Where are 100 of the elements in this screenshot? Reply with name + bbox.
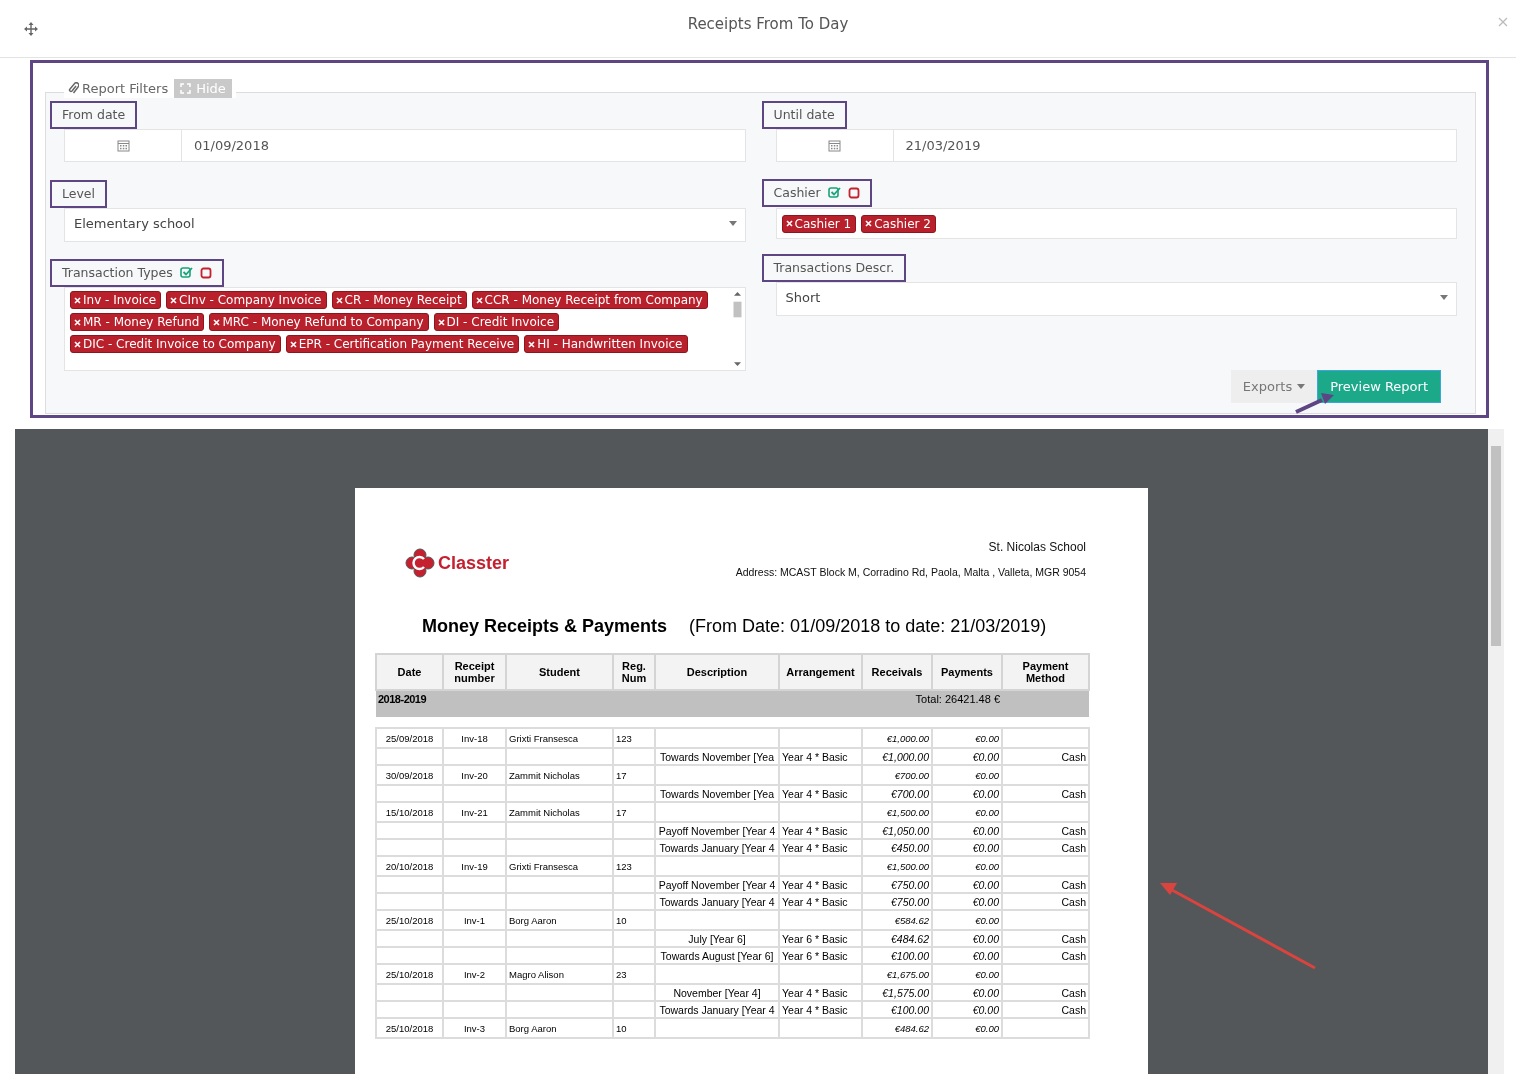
description-select[interactable]: Short xyxy=(775,282,1457,316)
filter-tag[interactable]: MR - Money Refund xyxy=(70,313,205,331)
filter-tag[interactable]: Cashier 2 xyxy=(861,214,936,233)
filter-tag[interactable]: MRC - Money Refund to Company xyxy=(209,313,429,331)
expand-icon xyxy=(180,83,192,94)
label-text: Transaction Types xyxy=(62,265,173,280)
table-cell: 25/10/2018 xyxy=(376,964,443,984)
table-cell: Towards January [Year 4 xyxy=(655,839,779,856)
column-header: Receivals xyxy=(862,654,932,690)
filter-tag[interactable]: EPR - Certification Payment Receive xyxy=(285,335,520,353)
table-cell: €1,050.00 xyxy=(862,822,932,839)
remove-icon[interactable] xyxy=(528,340,536,348)
group-label: 2018-2019 xyxy=(376,690,655,717)
scrollbar[interactable] xyxy=(1488,429,1504,1074)
table-cell: Cash xyxy=(1002,947,1089,964)
school-address: Address: MCAST Block M, Corradino Rd, Paola, Malta , Valleta, MGR 9054 xyxy=(735,566,1086,578)
field-label: Until date xyxy=(761,101,847,129)
table-cell: Cash xyxy=(1002,930,1089,947)
legend-title: Report Filters xyxy=(68,81,169,96)
remove-icon[interactable] xyxy=(74,340,81,348)
table-cell: Year 4 * Basic xyxy=(779,748,862,765)
move-icon[interactable] xyxy=(24,21,38,36)
table-cell: Magro Alison xyxy=(506,964,613,984)
table-cell: 123 xyxy=(613,856,655,876)
filter-tag[interactable]: CCR - Money Receipt from Company xyxy=(471,291,708,309)
check-square-icon[interactable] xyxy=(179,266,193,279)
column-header: Reg. Num xyxy=(613,654,655,690)
column-header: Student xyxy=(506,654,613,690)
table-cell: Cash xyxy=(1002,1001,1089,1018)
column-header: Payments xyxy=(932,654,1002,690)
square-icon[interactable] xyxy=(199,266,212,279)
table-cell: €100.00 xyxy=(862,1001,932,1018)
table-cell: 123 xyxy=(613,728,655,748)
filter-tag[interactable]: DI - Credit Invoice xyxy=(433,313,560,331)
table-cell: €1,000.00 xyxy=(862,728,932,748)
table-cell: Cash xyxy=(1002,822,1089,839)
square-icon[interactable] xyxy=(847,186,860,199)
table-cell: Inv-18 xyxy=(443,728,506,748)
column-header: Arrangement xyxy=(779,654,862,690)
level-select[interactable]: Elementary school xyxy=(64,208,746,242)
scrollbar[interactable] xyxy=(731,290,743,368)
table-cell: 25/10/2018 xyxy=(376,910,443,930)
filter-tag[interactable]: CR - Money Receipt xyxy=(331,291,467,309)
table-cell: Payoff November [Year 4 xyxy=(655,876,779,893)
filter-tag[interactable]: CInv - Company Invoice xyxy=(166,291,327,309)
date-field[interactable]: 01/09/2018 xyxy=(64,129,746,162)
remove-icon[interactable] xyxy=(213,318,221,326)
paperclip-icon xyxy=(68,82,79,95)
exports-button[interactable]: Exports xyxy=(1230,370,1318,403)
remove-icon[interactable] xyxy=(170,296,178,304)
remove-icon[interactable] xyxy=(785,220,793,227)
table-cell: Year 4 * Basic xyxy=(779,839,862,856)
table-cell: €484.62 xyxy=(862,1018,932,1038)
logo-text: Classter xyxy=(438,552,510,574)
column-header: Description xyxy=(655,654,779,690)
table-cell: Inv-2 xyxy=(443,964,506,984)
tag-field[interactable]: Cashier 1 Cashier 2 xyxy=(775,208,1457,239)
table-cell: 15/10/2018 xyxy=(376,802,443,822)
field-label: From date xyxy=(50,101,138,129)
table-cell: 23 xyxy=(613,964,655,984)
date-field[interactable]: 21/03/2019 xyxy=(775,129,1457,162)
table-cell: Cash xyxy=(1002,893,1089,910)
column-header: Receipt number xyxy=(443,654,506,690)
table-cell: €0.00 xyxy=(932,1001,1002,1018)
check-square-icon[interactable] xyxy=(827,186,841,199)
filter-tag[interactable]: DIC - Credit Invoice to Company xyxy=(70,335,281,353)
table-cell: Zammit Nicholas xyxy=(506,802,613,822)
remove-icon[interactable] xyxy=(865,220,873,227)
remove-icon[interactable] xyxy=(74,318,81,326)
table-cell: Towards January [Year 4 xyxy=(655,1001,779,1018)
report-title: Money Receipts & Payments xyxy=(422,616,668,637)
table-cell: Year 4 * Basic xyxy=(779,893,862,910)
calendar-icon[interactable] xyxy=(828,139,841,152)
table-cell: Year 6 * Basic xyxy=(779,930,862,947)
table-cell: €750.00 xyxy=(862,893,932,910)
column-header: Date xyxy=(376,654,443,690)
table-cell: Zammit Nicholas xyxy=(506,765,613,785)
remove-icon[interactable] xyxy=(437,318,445,326)
table-cell: €0.00 xyxy=(932,785,1002,802)
table-cell: Year 4 * Basic xyxy=(779,785,862,802)
school-name: St. Nicolas School xyxy=(988,540,1086,554)
table-cell: 10 xyxy=(613,910,655,930)
filter-tag[interactable]: Cashier 1 xyxy=(781,214,857,233)
table-cell: Towards November [Yea xyxy=(655,785,779,802)
tag-list[interactable] xyxy=(64,287,746,371)
table-cell: €0.00 xyxy=(932,984,1002,1001)
filter-tag[interactable]: HI - Handwritten Invoice xyxy=(524,335,688,353)
remove-icon[interactable] xyxy=(289,340,297,348)
remove-icon[interactable] xyxy=(74,296,81,304)
table-cell: €1,500.00 xyxy=(862,802,932,822)
filter-tag[interactable]: Inv - Invoice xyxy=(70,291,162,309)
table-cell: €0.00 xyxy=(932,765,1002,785)
window-title: Receipts From To Day xyxy=(687,14,849,33)
group-total: Total: 26421.48 € xyxy=(655,690,1002,717)
caret-icon xyxy=(1440,294,1448,300)
calendar-icon[interactable] xyxy=(116,139,130,152)
remove-icon[interactable] xyxy=(475,296,483,304)
remove-icon[interactable] xyxy=(335,296,343,304)
table-cell: €700.00 xyxy=(862,785,932,802)
table-cell: €1,500.00 xyxy=(862,856,932,876)
